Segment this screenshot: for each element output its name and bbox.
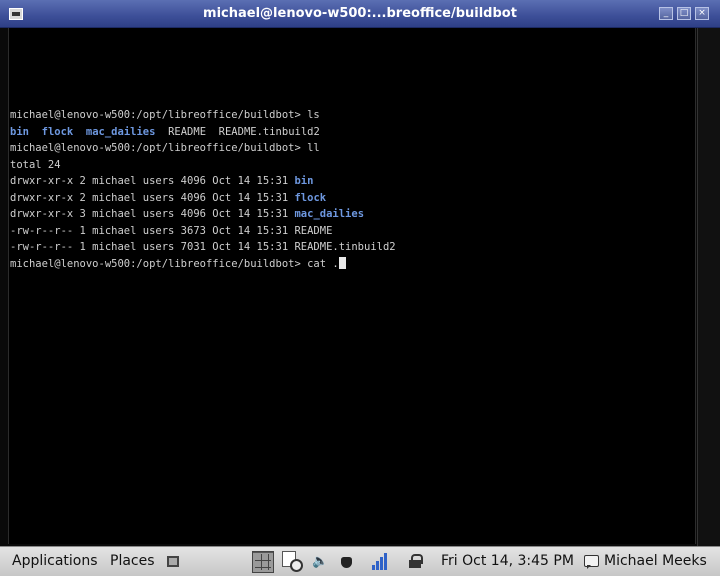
- bottom-panel: Applications Places 🔈 Fri Oct 14, 3:45 P…: [0, 546, 720, 576]
- terminal-line: drwxr-xr-x 2 michael users 4096 Oct 14 1…: [10, 173, 696, 190]
- terminal-line: -rw-r--r-- 1 michael users 3673 Oct 14 1…: [10, 223, 696, 240]
- terminal-window: michael@lenovo-w500:...breoffice/buildbo…: [0, 0, 720, 546]
- directory-name: mac_dailies: [85, 125, 156, 138]
- terminal-text: drwxr-xr-x 3 michael users 4096 Oct 14 1…: [10, 208, 295, 220]
- terminal-line: bin flock mac_dailies README README.tinb…: [10, 124, 696, 141]
- terminal-output[interactable]: michael@lenovo-w500:/opt/libreoffice/bui…: [8, 28, 696, 544]
- lock-icon[interactable]: [409, 554, 423, 568]
- terminal-cursor: [338, 256, 346, 269]
- close-button[interactable]: ×: [695, 7, 709, 20]
- terminal-line: total 24: [10, 157, 696, 174]
- terminal-text: -rw-r--r-- 1 michael users 3673 Oct 14 1…: [10, 224, 333, 237]
- terminal-line: -rw-r--r-- 1 michael users 7031 Oct 14 1…: [10, 239, 696, 256]
- terminal-text: michael@lenovo-w500:/opt/libreoffice/bui…: [10, 109, 320, 121]
- volume-icon[interactable]: 🔈: [312, 554, 328, 572]
- screenshot-icon[interactable]: [167, 556, 179, 567]
- terminal-line: michael@lenovo-w500:/opt/libreoffice/bui…: [10, 140, 696, 157]
- workspace-switcher-icon[interactable]: [252, 551, 274, 573]
- terminal-text: README README.tinbuild2: [155, 125, 320, 138]
- window-title: michael@lenovo-w500:...breoffice/buildbo…: [203, 6, 517, 21]
- terminal-line: michael@lenovo-w500:/opt/libreoffice/bui…: [10, 256, 696, 273]
- directory-name: bin: [294, 175, 314, 187]
- terminal-scrollbar[interactable]: [697, 28, 720, 546]
- network-icon[interactable]: [372, 552, 390, 570]
- terminal-text: michael@lenovo-w500:/opt/libreoffice/bui…: [10, 257, 339, 270]
- user-menu[interactable]: Michael Meeks: [604, 553, 707, 569]
- clock-app-icon[interactable]: [282, 551, 304, 573]
- places-menu[interactable]: Places: [110, 553, 155, 569]
- directory-name: mac_dailies: [294, 208, 365, 220]
- terminal-line: drwxr-xr-x 3 michael users 4096 Oct 14 1…: [10, 206, 696, 223]
- directory-name: flock: [41, 125, 74, 138]
- window-titlebar[interactable]: michael@lenovo-w500:...breoffice/buildbo…: [0, 0, 720, 28]
- terminal-text: total 24: [10, 158, 61, 171]
- chat-icon[interactable]: [584, 555, 599, 569]
- directory-name: bin: [10, 125, 29, 138]
- power-icon[interactable]: [340, 554, 353, 568]
- terminal-lines: michael@lenovo-w500:/opt/libreoffice/bui…: [10, 107, 696, 272]
- terminal-line: michael@lenovo-w500:/opt/libreoffice/bui…: [10, 107, 696, 124]
- directory-name: flock: [294, 191, 327, 204]
- terminal-text: drwxr-xr-x 2 michael users 4096 Oct 14 1…: [10, 191, 295, 204]
- terminal-text: michael@lenovo-w500:/opt/libreoffice/bui…: [10, 142, 320, 154]
- terminal-line: drwxr-xr-x 2 michael users 4096 Oct 14 1…: [10, 190, 696, 207]
- minimize-button[interactable]: _: [659, 7, 673, 20]
- terminal-text: -rw-r--r-- 1 michael users 7031 Oct 14 1…: [10, 241, 396, 253]
- terminal-text: drwxr-xr-x 2 michael users 4096 Oct 14 1…: [10, 175, 295, 187]
- applications-menu[interactable]: Applications: [12, 553, 98, 569]
- maximize-button[interactable]: □: [677, 7, 691, 20]
- panel-clock[interactable]: Fri Oct 14, 3:45 PM: [441, 553, 574, 569]
